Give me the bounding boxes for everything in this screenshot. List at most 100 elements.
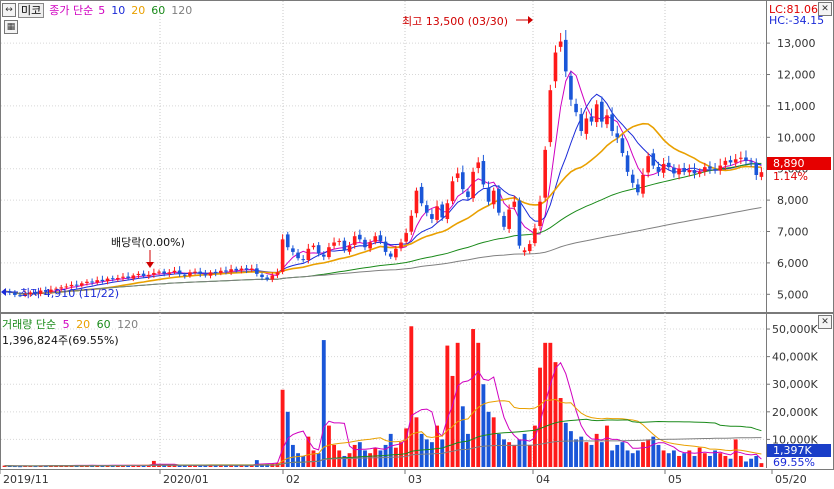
- date-tick-label: 2019/11: [3, 473, 49, 486]
- volume-bar: [301, 455, 306, 467]
- date-tick-label: 2020/01: [163, 473, 209, 486]
- candle-body: [641, 174, 645, 194]
- volume-bar: [718, 453, 723, 467]
- volume-panel-header: 거래량 단순 5 20 60 120 1,396,824주(69.55%): [2, 316, 138, 348]
- candle-body: [270, 275, 275, 280]
- volume-bar: [450, 375, 455, 467]
- candle-body: [718, 165, 723, 171]
- candle-body: [260, 274, 264, 278]
- price-tag: 8,890: [773, 157, 805, 170]
- volume-bar: [460, 406, 465, 467]
- candle-body: [424, 205, 429, 213]
- candle-body: [265, 277, 269, 280]
- candle-body: [682, 168, 686, 172]
- volume-ma-prefix: 거래량 단순: [2, 318, 57, 331]
- stock-name-button[interactable]: 미코: [18, 2, 45, 18]
- candle-body: [517, 200, 522, 246]
- candle-body: [255, 268, 259, 274]
- volume-bar: [553, 362, 558, 467]
- candle-body: [116, 277, 120, 280]
- ma-period-20[interactable]: 20: [131, 4, 145, 17]
- candle-body: [759, 172, 764, 177]
- candle-body: [548, 90, 553, 143]
- candle-body: [275, 272, 280, 275]
- candle-body: [713, 168, 717, 171]
- candle-body: [666, 162, 671, 168]
- candle-body: [224, 270, 228, 272]
- candle-body: [316, 245, 321, 254]
- candle-body: [141, 273, 146, 277]
- candle-body: [327, 247, 331, 258]
- candle-body: [461, 172, 465, 190]
- candle-body: [136, 273, 141, 276]
- volume-ma-60[interactable]: 60: [97, 318, 111, 331]
- candle-body: [13, 292, 17, 295]
- volume-bar: [646, 439, 651, 467]
- table-grid-icon[interactable]: ▦: [4, 20, 18, 34]
- candle-body: [651, 153, 656, 166]
- candle-body: [697, 171, 702, 174]
- volume-bar: [625, 450, 630, 467]
- candle-body: [625, 155, 630, 172]
- candle-body: [229, 269, 233, 272]
- candle-body: [105, 278, 110, 282]
- candle-body: [131, 275, 136, 279]
- candle-body: [291, 248, 295, 252]
- candle-body: [661, 164, 666, 173]
- left-right-arrow-icon[interactable]: ↔: [2, 3, 16, 17]
- volume-bar: [357, 442, 362, 467]
- close-x-icon[interactable]: ✕: [818, 315, 832, 329]
- close-x-icon[interactable]: ✕: [818, 2, 832, 16]
- ma-period-5[interactable]: 5: [98, 4, 105, 17]
- date-tick-label: 04: [536, 473, 550, 486]
- candle-body: [419, 186, 424, 204]
- candle-body: [244, 268, 249, 270]
- candle-body: [126, 276, 130, 279]
- volume-ma-5[interactable]: 5: [63, 318, 70, 331]
- date-tick-label: 05: [668, 473, 682, 486]
- candle-body: [332, 242, 336, 246]
- candle-body: [497, 189, 501, 213]
- candle-body: [579, 114, 584, 132]
- volume-bar: [290, 444, 295, 467]
- candle-body: [558, 41, 563, 47]
- candle-body: [646, 156, 650, 173]
- candle-body: [285, 234, 290, 248]
- volume-bar: [445, 345, 450, 467]
- candle-body: [466, 191, 470, 197]
- volume-tick-label: 30,000K: [772, 378, 818, 391]
- ma-period-10[interactable]: 10: [111, 4, 125, 17]
- candle-body: [157, 271, 161, 273]
- high-annotation: 최고 13,500 (03/30): [402, 15, 509, 28]
- volume-bar: [496, 433, 501, 467]
- candle-body: [728, 160, 733, 163]
- candle-body: [203, 274, 208, 276]
- candle-body: [100, 279, 105, 282]
- volume-bar: [424, 439, 429, 467]
- candle-body: [208, 272, 213, 276]
- candle-body: [311, 245, 316, 248]
- candle-body: [321, 254, 326, 257]
- volume-bar: [491, 417, 496, 467]
- volume-ma-120[interactable]: 120: [117, 318, 138, 331]
- volume-bar: [378, 450, 383, 467]
- change-tag: 1.14%: [773, 170, 808, 183]
- ma-period-60[interactable]: 60: [151, 4, 165, 17]
- candle-body: [615, 133, 620, 138]
- volume-ma-20[interactable]: 20: [76, 318, 90, 331]
- candle-body: [378, 235, 383, 241]
- candle-body: [476, 162, 481, 169]
- volume-bar: [661, 450, 666, 467]
- candle-body: [383, 241, 388, 252]
- candle-body: [440, 204, 445, 218]
- candle-body: [110, 278, 115, 280]
- candle-body: [280, 239, 285, 272]
- volume-bar: [723, 455, 728, 467]
- volume-bar: [599, 442, 604, 467]
- volume-bar: [666, 453, 671, 467]
- ma-period-120[interactable]: 120: [171, 4, 192, 17]
- candle-body: [533, 228, 537, 244]
- candle-body: [502, 215, 506, 227]
- candle-body: [337, 240, 342, 242]
- candle-body: [522, 250, 527, 253]
